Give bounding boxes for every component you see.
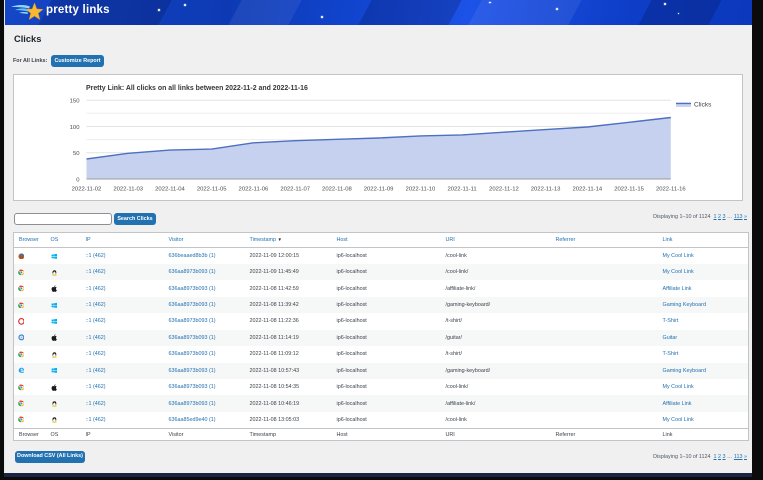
svg-text:Clicks: Clicks <box>694 101 712 108</box>
svg-text:150: 150 <box>70 98 81 104</box>
svg-text:2022-11-08: 2022-11-08 <box>322 186 352 192</box>
svg-text:2022-11-06: 2022-11-06 <box>239 186 269 192</box>
svg-text:2022-11-03: 2022-11-03 <box>113 186 143 192</box>
svg-text:2022-11-15: 2022-11-15 <box>614 186 644 192</box>
svg-text:0: 0 <box>76 177 80 183</box>
svg-text:2022-11-11: 2022-11-11 <box>447 186 476 192</box>
svg-text:Pretty Link: All clicks on all: Pretty Link: All clicks on all links bet… <box>86 85 308 92</box>
svg-text:2022-11-02: 2022-11-02 <box>72 186 102 192</box>
svg-text:2022-11-14: 2022-11-14 <box>572 186 602 192</box>
svg-text:2022-11-12: 2022-11-12 <box>489 186 519 192</box>
svg-text:2022-11-10: 2022-11-10 <box>406 186 436 192</box>
svg-text:50: 50 <box>73 151 80 157</box>
svg-text:2022-11-16: 2022-11-16 <box>656 186 686 192</box>
svg-text:2022-11-13: 2022-11-13 <box>531 186 561 192</box>
svg-text:2022-11-05: 2022-11-05 <box>197 186 227 192</box>
svg-text:2022-11-07: 2022-11-07 <box>280 186 310 192</box>
svg-text:2022-11-09: 2022-11-09 <box>364 186 394 192</box>
svg-text:2022-11-04: 2022-11-04 <box>155 186 185 192</box>
svg-text:100: 100 <box>70 124 81 130</box>
